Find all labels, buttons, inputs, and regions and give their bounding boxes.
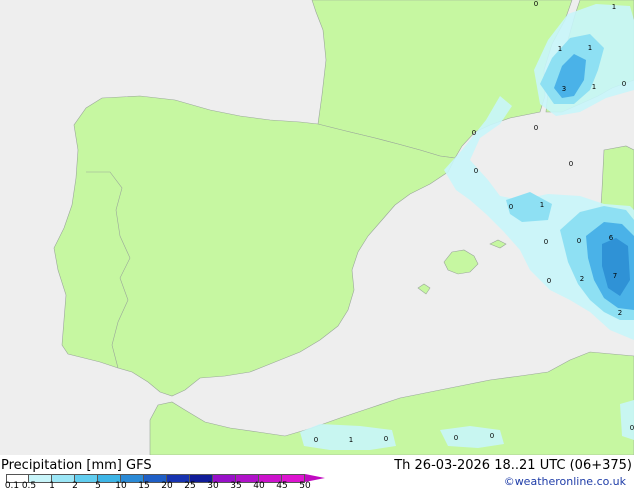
precip-value: 0 xyxy=(622,80,626,88)
precip-value: 0 xyxy=(472,129,476,137)
precip-value: 1 xyxy=(540,201,544,209)
precip-value: 6 xyxy=(609,234,614,242)
precip-value: 0 xyxy=(314,436,318,444)
precip-value: 0 xyxy=(630,424,634,432)
precip-value: 0 xyxy=(577,237,581,245)
precip-value: 1 xyxy=(558,45,562,53)
precip-value: 1 xyxy=(349,436,353,444)
valid-time: Th 26-03-2026 18..21 UTC (06+375) xyxy=(394,458,632,473)
precip-value: 0 xyxy=(569,160,573,168)
credit-link[interactable]: ©weatheronline.co.uk xyxy=(504,475,626,488)
precip-value: 1 xyxy=(612,3,616,11)
precip-value: 1 xyxy=(588,44,592,52)
precip-edge-light xyxy=(620,400,634,440)
precip-value: 1 xyxy=(592,83,596,91)
precip-value: 3 xyxy=(562,85,566,93)
precip-value: 0 xyxy=(384,435,388,443)
precip-value: 0 xyxy=(547,277,551,285)
precip-value: 2 xyxy=(618,309,622,317)
map-title: Precipitation [mm] GFS xyxy=(1,458,152,473)
legend-panel: Precipitation [mm] GFS Th 26-03-2026 18.… xyxy=(0,455,634,491)
precip-value: 0 xyxy=(474,167,478,175)
precip-algeria-light-2 xyxy=(440,426,504,448)
precip-value: 0 xyxy=(534,124,538,132)
precip-value: 0 xyxy=(544,238,548,246)
precip-value: 0 xyxy=(509,203,513,211)
precip-value: 0 xyxy=(490,432,494,440)
precip-value: 0 xyxy=(454,434,458,442)
precip-value: 0 xyxy=(534,0,538,8)
precip-value: 2 xyxy=(580,275,584,283)
precip-value: 7 xyxy=(613,272,617,280)
precipitation-map: 1 1 1 3 1 0 0 0 0 0 1 0 0 0 6 0 2 7 2 0 … xyxy=(0,0,634,455)
